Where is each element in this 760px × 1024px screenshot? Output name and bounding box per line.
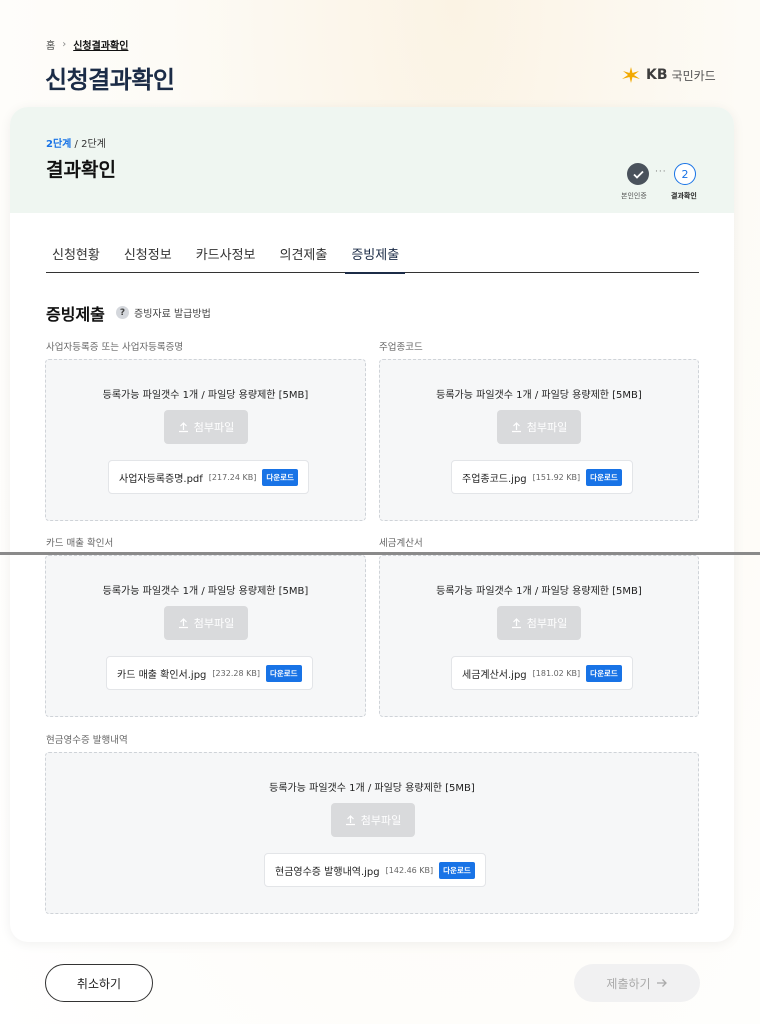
file-name: 현금영수증 발행내역.jpg — [275, 866, 380, 878]
file-size: [232.28 KB] — [212, 668, 260, 678]
tab-evidence-submission[interactable]: 증빙제출 — [345, 238, 406, 274]
attach-file-button[interactable]: 첨부파일 — [164, 410, 248, 444]
tab-opinion-submission[interactable]: 의견제출 — [274, 238, 334, 273]
upload-icon — [511, 421, 521, 432]
attach-file-label: 첨부파일 — [193, 421, 235, 434]
attach-file-button[interactable]: 첨부파일 — [164, 606, 248, 640]
step2-label: 결과확인 — [671, 192, 697, 200]
attach-file-label: 첨부파일 — [360, 814, 402, 827]
upload-icon — [511, 617, 521, 628]
upload-label-industry-code: 주업종코드 — [379, 342, 423, 353]
upload-box-industry-code: 등록가능 파일갯수 1개 / 파일당 용량제한 [5MB] 첨부파일 주업종코드… — [379, 359, 699, 521]
upload-limit-text: 등록가능 파일갯수 1개 / 파일당 용량제한 [5MB] — [436, 586, 642, 597]
logo-name-text: 국민카드 — [671, 68, 716, 83]
upload-box-business-registration: 등록가능 파일갯수 1개 / 파일당 용량제한 [5MB] 첨부파일 사업자등록… — [45, 359, 366, 521]
help-label: 증빙자료 발급방법 — [134, 309, 211, 320]
kb-logo: KB 국민카드 — [620, 66, 716, 84]
result-card: 2단계 / 2단계 결과확인 ··· 2 본인인증 결과확인 신청현황 신청정보… — [10, 107, 734, 942]
step1-label: 본인인증 — [621, 192, 647, 200]
question-icon: ? — [116, 306, 129, 319]
step-current: 2단계 — [46, 139, 72, 150]
step-title: 결과확인 — [46, 159, 116, 181]
step-separator: / — [71, 139, 82, 150]
upload-label-cash-receipt: 현금영수증 발행내역 — [46, 735, 128, 746]
tab-application-status[interactable]: 신청현황 — [46, 238, 106, 273]
cancel-button[interactable]: 취소하기 — [45, 964, 153, 1002]
page: 홈 › 신청결과확인 신청결과확인 KB 국민카드 2단계 / 2단계 결과확인… — [0, 0, 760, 1024]
stepper-dots: ··· — [655, 167, 667, 177]
tab-card-company-info[interactable]: 카드사정보 — [190, 238, 262, 273]
upload-label-business-registration: 사업자등록증 또는 사업자등록증명 — [46, 342, 184, 353]
upload-limit-text: 등록가능 파일갯수 1개 / 파일당 용량제한 [5MB] — [102, 390, 309, 401]
section-title: 증빙제출 — [46, 305, 105, 324]
uploaded-file: 주업종코드.jpg [151.92 KB] 다운로드 — [451, 460, 633, 494]
file-name: 카드 매출 확인서.jpg — [117, 669, 207, 681]
breadcrumb: 홈 › 신청결과확인 — [46, 37, 128, 52]
divider-line — [0, 552, 760, 555]
file-size: [142.46 KB] — [385, 865, 434, 875]
upload-limit-text: 등록가능 파일갯수 1개 / 파일당 용량제한 [5MB] — [269, 783, 475, 794]
submit-button-label: 제출하기 — [606, 976, 651, 991]
upload-limit-text: 등록가능 파일갯수 1개 / 파일당 용량제한 [5MB] — [436, 390, 642, 401]
attach-file-label: 첨부파일 — [193, 617, 235, 630]
download-button[interactable]: 다운로드 — [586, 468, 622, 486]
submit-button[interactable]: 제출하기 — [574, 964, 700, 1002]
uploaded-file: 현금영수증 발행내역.jpg [142.46 KB] 다운로드 — [264, 853, 486, 887]
file-name: 사업자등록증명.pdf — [119, 473, 203, 485]
upload-box-tax-invoice: 등록가능 파일갯수 1개 / 파일당 용량제한 [5MB] 첨부파일 세금계산서… — [379, 555, 699, 717]
uploaded-file: 카드 매출 확인서.jpg [232.28 KB] 다운로드 — [106, 656, 313, 690]
attach-file-button[interactable]: 첨부파일 — [497, 606, 581, 640]
kb-star-icon — [622, 67, 640, 83]
upload-label-card-sales: 카드 매출 확인서 — [46, 538, 114, 549]
upload-label-tax-invoice: 세금계산서 — [379, 538, 423, 549]
tab-application-info[interactable]: 신청정보 — [118, 238, 178, 273]
check-icon — [632, 170, 644, 179]
step2-circle: 2 — [674, 163, 696, 185]
attach-file-button[interactable]: 첨부파일 — [497, 410, 581, 444]
step-total: 2단계 — [81, 139, 106, 150]
attach-file-button[interactable]: 첨부파일 — [331, 803, 415, 837]
card-header: 2단계 / 2단계 결과확인 ··· 2 본인인증 결과확인 — [10, 107, 734, 213]
upload-icon — [178, 617, 188, 628]
download-button[interactable]: 다운로드 — [439, 861, 475, 879]
file-size: [217.24 KB] — [208, 472, 257, 482]
attach-file-label: 첨부파일 — [526, 421, 568, 434]
download-button[interactable]: 다운로드 — [262, 468, 298, 486]
file-name: 세금계산서.jpg — [462, 669, 527, 681]
download-button[interactable]: 다운로드 — [265, 664, 302, 682]
file-size: [151.92 KB] — [532, 472, 581, 482]
uploaded-file: 세금계산서.jpg [181.02 KB] 다운로드 — [451, 656, 633, 690]
logo-kb-text: KB — [646, 67, 668, 83]
file-name: 주업종코드.jpg — [462, 473, 527, 485]
upload-icon — [345, 814, 355, 825]
file-size: [181.02 KB] — [532, 668, 581, 678]
arrow-right-icon — [656, 979, 667, 987]
upload-limit-text: 등록가능 파일갯수 1개 / 파일당 용량제한 [5MB] — [102, 586, 309, 597]
upload-box-card-sales: 등록가능 파일갯수 1개 / 파일당 용량제한 [5MB] 첨부파일 카드 매출… — [45, 555, 366, 717]
step-indicator: 2단계 / 2단계 — [46, 135, 106, 150]
page-title: 신청결과확인 — [45, 66, 175, 94]
upload-box-cash-receipt: 등록가능 파일갯수 1개 / 파일당 용량제한 [5MB] 첨부파일 현금영수증… — [45, 752, 699, 914]
uploaded-file: 사업자등록증명.pdf [217.24 KB] 다운로드 — [108, 460, 309, 494]
download-button[interactable]: 다운로드 — [586, 664, 622, 682]
tab-bar: 신청현황 신청정보 카드사정보 의견제출 증빙제출 — [46, 238, 699, 274]
breadcrumb-chevron-icon: › — [62, 39, 67, 50]
breadcrumb-home[interactable]: 홈 — [46, 37, 55, 52]
attach-file-label: 첨부파일 — [526, 617, 568, 630]
upload-icon — [178, 421, 188, 432]
progress-stepper: ··· 2 본인인증 결과확인 — [621, 163, 714, 207]
breadcrumb-current[interactable]: 신청결과확인 — [73, 37, 128, 52]
step1-done-circle — [627, 163, 649, 185]
help-link[interactable]: ? 증빙자료 발급방법 — [116, 305, 211, 320]
